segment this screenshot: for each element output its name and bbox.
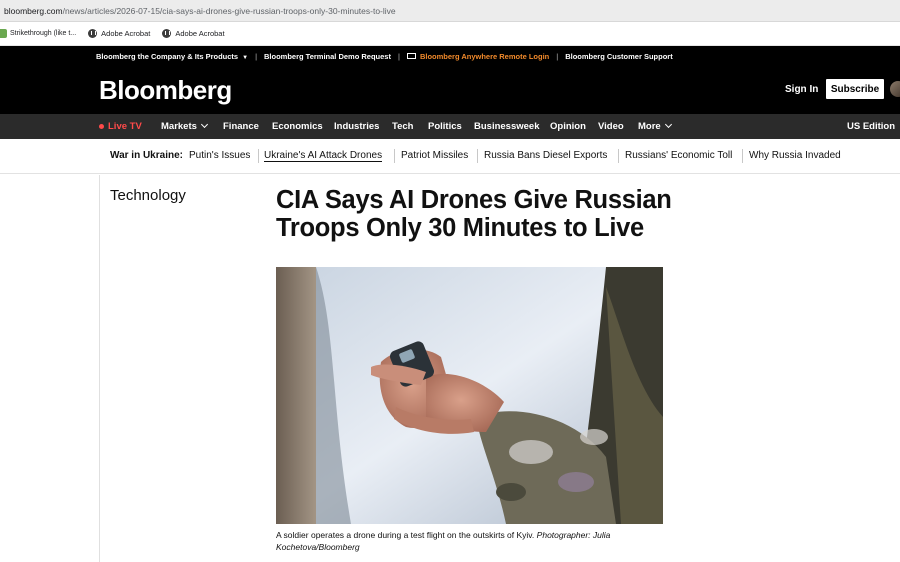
chevron-down-icon: [200, 120, 208, 129]
divider: [258, 149, 259, 163]
nav-politics[interactable]: Politics: [428, 121, 462, 132]
topic-link-patriot-missiles[interactable]: Patriot Missiles: [401, 150, 468, 161]
column-divider: [99, 175, 100, 562]
bookmark-label: Strikethrough (like t...: [10, 30, 77, 37]
nav-live-tv[interactable]: Live TV: [99, 121, 142, 132]
photo-caption: A soldier operates a drone during a test…: [276, 530, 666, 553]
main-nav: Live TV Markets Finance Economics Indust…: [0, 114, 900, 139]
edition-selector[interactable]: US Edition: [847, 121, 895, 132]
divider: |: [397, 51, 400, 61]
nav-markets[interactable]: Markets: [161, 120, 208, 132]
masthead: Bloomberg Sign In Subscribe: [0, 66, 900, 114]
soldier-drone-photo: [276, 267, 663, 524]
nav-live-tv-label: Live TV: [108, 121, 142, 132]
nav-more[interactable]: More: [638, 120, 672, 132]
divider: |: [255, 51, 258, 61]
divider: [618, 149, 619, 163]
avatar[interactable]: [890, 81, 900, 97]
anywhere-login-link[interactable]: Bloomberg Anywhere Remote Login: [406, 51, 550, 61]
nav-opinion[interactable]: Opinion: [550, 121, 586, 132]
url-path: /news/articles/2026-07-15/cia-says-ai-dr…: [62, 5, 396, 16]
nav-more-label: More: [638, 121, 661, 132]
article-headline: CIA Says AI Drones Give Russian Troops O…: [276, 186, 672, 242]
topic-link-why-invaded[interactable]: Why Russia Invaded: [749, 150, 841, 161]
corporate-links-bar: Bloomberg the Company & Its Products ▼ | …: [0, 46, 900, 66]
nav-businessweek[interactable]: Businessweek: [474, 121, 539, 132]
anywhere-login-label: Bloomberg Anywhere Remote Login: [419, 51, 550, 61]
divider: [394, 149, 395, 163]
bookmark-acrobat-1[interactable]: Adobe Acrobat: [88, 29, 150, 38]
url-domain: bloomberg.com: [4, 5, 63, 16]
topic-link-diesel-exports[interactable]: Russia Bans Diesel Exports: [484, 150, 607, 161]
nav-industries[interactable]: Industries: [334, 121, 379, 132]
customer-support-link[interactable]: Bloomberg Customer Support: [565, 52, 673, 61]
acrobat-icon: [162, 29, 172, 38]
topic-link-economic-toll[interactable]: Russians' Economic Toll: [625, 150, 732, 161]
caption-text: A soldier operates a drone during a test…: [276, 530, 535, 540]
company-products-label: Bloomberg the Company & Its Products: [96, 51, 239, 61]
topic-link-putins-issues[interactable]: Putin's Issues: [189, 150, 250, 161]
section-label[interactable]: Technology: [110, 187, 186, 204]
article-photo: [276, 267, 663, 524]
nav-markets-label: Markets: [161, 121, 197, 132]
caret-down-icon: ▼: [242, 54, 249, 61]
company-products-link[interactable]: Bloomberg the Company & Its Products ▼: [96, 52, 248, 61]
nav-video[interactable]: Video: [598, 121, 624, 132]
divider: [477, 149, 478, 163]
live-dot-icon: [99, 124, 104, 129]
address-bar[interactable]: bloomberg.com/news/articles/2026-07-15/c…: [0, 0, 900, 22]
nav-finance[interactable]: Finance: [223, 121, 259, 132]
bookmark-strikethrough[interactable]: Strikethrough (like t...: [0, 29, 76, 38]
bookmark-label: Adobe Acrobat: [101, 29, 151, 38]
divider: [742, 149, 743, 163]
topic-heading: War in Ukraine:: [110, 150, 183, 161]
monitor-icon: [406, 53, 416, 59]
topic-link-ai-drones[interactable]: Ukraine's AI Attack Drones: [264, 150, 383, 162]
nav-economics[interactable]: Economics: [272, 121, 323, 132]
bookmarks-bar: Strikethrough (like t... Adobe Acrobat A…: [0, 22, 900, 46]
acrobat-icon: [88, 29, 98, 38]
subscribe-button[interactable]: Subscribe: [826, 79, 884, 99]
strikethrough-icon: [0, 29, 7, 38]
divider: |: [556, 51, 559, 61]
chevron-down-icon: [664, 120, 672, 129]
bookmark-acrobat-2[interactable]: Adobe Acrobat: [162, 29, 225, 38]
bookmark-label: Adobe Acrobat: [175, 29, 225, 38]
bloomberg-logo[interactable]: Bloomberg: [99, 75, 232, 106]
topic-bar: War in Ukraine: Putin's Issues Ukraine's…: [0, 139, 900, 174]
sign-in-link[interactable]: Sign In: [785, 84, 818, 95]
terminal-demo-link[interactable]: Bloomberg Terminal Demo Request: [264, 52, 391, 61]
nav-tech[interactable]: Tech: [392, 121, 413, 132]
